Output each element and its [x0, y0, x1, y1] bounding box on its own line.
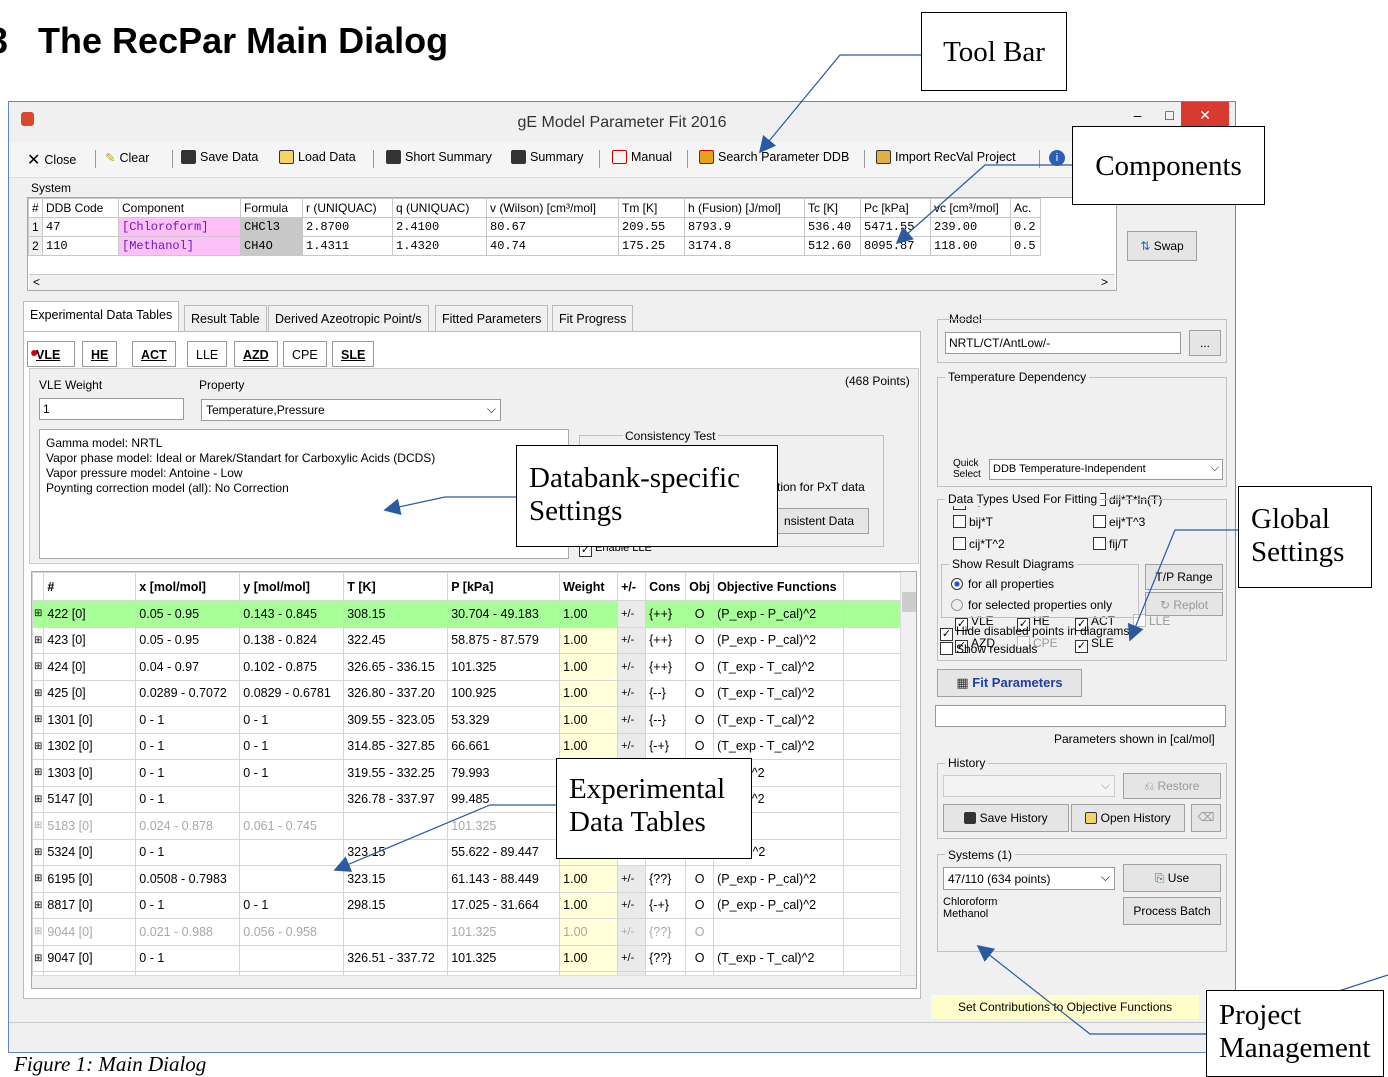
- databank-arrow: [383, 496, 516, 516]
- toolbar-arrow: [758, 54, 921, 154]
- experimental-arrow: [333, 804, 556, 872]
- figure-caption: Figure 1: Main Dialog: [14, 1052, 207, 1076]
- global-arrow: [1127, 529, 1238, 642]
- project-arrow: [976, 944, 1206, 1035]
- components-callout: Components: [1072, 126, 1265, 205]
- global-callout: Global Settings: [1238, 486, 1372, 588]
- databank-callout: Databank-specific Settings: [516, 445, 778, 547]
- experimental-callout: Experimental Data Tables: [556, 758, 752, 859]
- project-callout: Project Management: [1206, 990, 1384, 1077]
- components-arrow: [895, 164, 1072, 245]
- toolbar-callout: Tool Bar: [921, 12, 1067, 91]
